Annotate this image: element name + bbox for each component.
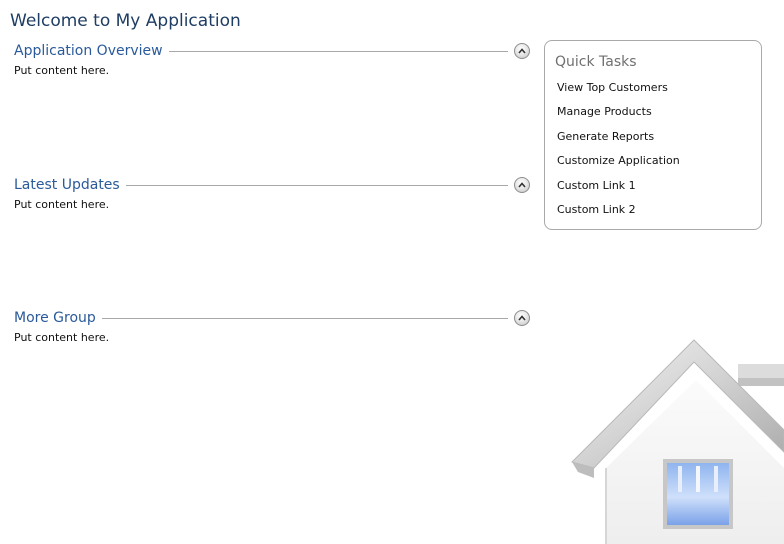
group-content-application-overview: Put content here.: [14, 64, 110, 77]
quick-task-view-top-customers[interactable]: View Top Customers: [557, 80, 680, 104]
chevron-up-icon: [518, 48, 526, 54]
chevron-up-icon: [518, 182, 526, 188]
group-divider: [168, 50, 508, 52]
quick-task-custom-link-1[interactable]: Custom Link 1: [557, 178, 680, 202]
group-title-more-group[interactable]: More Group: [14, 310, 102, 326]
collapse-latest-updates-button[interactable]: [514, 177, 530, 193]
group-content-latest-updates: Put content here.: [14, 198, 110, 211]
group-title-application-overview[interactable]: Application Overview: [14, 43, 169, 59]
application-home-page: Welcome to My Application Application Ov…: [0, 0, 784, 544]
group-title-latest-updates[interactable]: Latest Updates: [14, 177, 126, 193]
group-application-overview: Application Overview Put content here.: [14, 41, 530, 77]
group-header: Latest Updates: [14, 175, 530, 195]
quick-task-custom-link-2[interactable]: Custom Link 2: [557, 202, 680, 226]
quick-task-manage-products[interactable]: Manage Products: [557, 104, 680, 128]
group-divider: [101, 317, 508, 319]
group-header: More Group: [14, 308, 530, 328]
quick-tasks-title: Quick Tasks: [555, 54, 637, 70]
collapse-more-group-button[interactable]: [514, 310, 530, 326]
page-title: Welcome to My Application: [10, 11, 241, 31]
collapse-application-overview-button[interactable]: [514, 43, 530, 59]
quick-tasks-panel: Quick Tasks View Top Customers Manage Pr…: [544, 40, 762, 230]
quick-tasks-list: View Top Customers Manage Products Gener…: [557, 80, 680, 226]
quick-task-generate-reports[interactable]: Generate Reports: [557, 129, 680, 153]
group-more-group: More Group Put content here.: [14, 308, 530, 344]
house-icon: [571, 339, 784, 544]
group-content-more-group: Put content here.: [14, 331, 110, 344]
group-header: Application Overview: [14, 41, 530, 61]
chevron-up-icon: [518, 315, 526, 321]
quick-task-customize-application[interactable]: Customize Application: [557, 153, 680, 177]
group-latest-updates: Latest Updates Put content here.: [14, 175, 530, 211]
group-divider: [125, 184, 508, 186]
